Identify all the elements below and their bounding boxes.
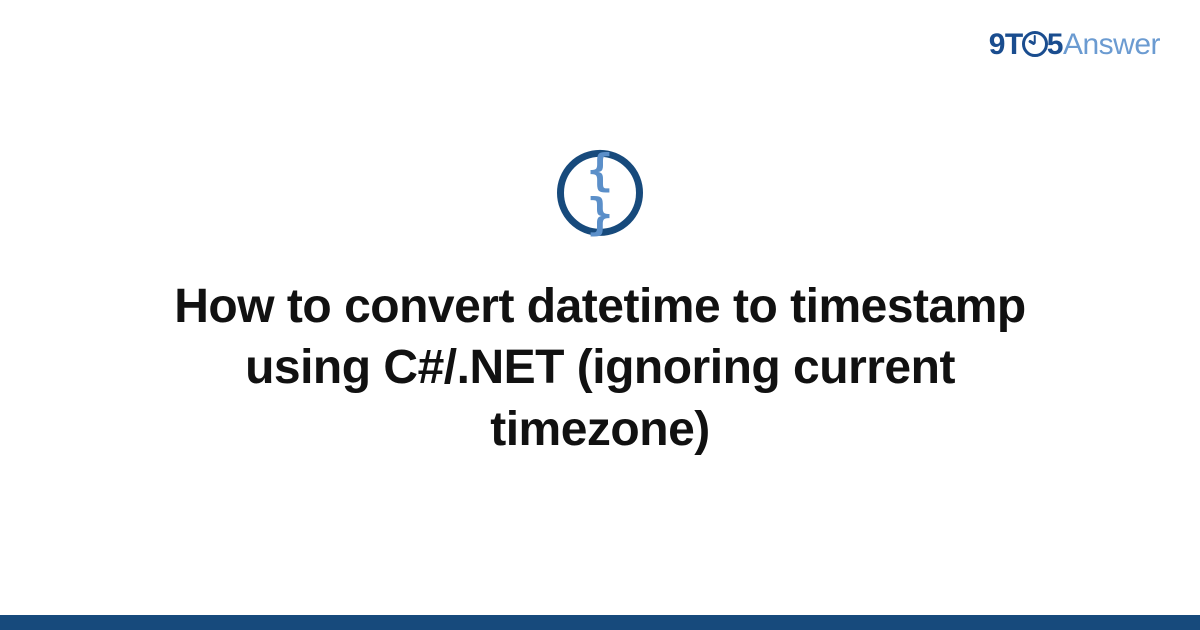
logo-part-9t: 9T <box>989 28 1023 61</box>
footer-accent-bar <box>0 615 1200 630</box>
logo-part-5: 5 <box>1047 28 1063 61</box>
braces-glyph: { } <box>567 149 639 237</box>
logo-part-answer: Answer <box>1063 28 1160 61</box>
clock-icon <box>1022 31 1048 57</box>
page-title: How to convert datetime to timestamp usi… <box>140 276 1060 460</box>
content-area: { } How to convert datetime to timestamp… <box>0 150 1200 460</box>
site-logo: 9T 5Answer <box>989 28 1160 62</box>
code-braces-icon: { } <box>557 150 643 236</box>
